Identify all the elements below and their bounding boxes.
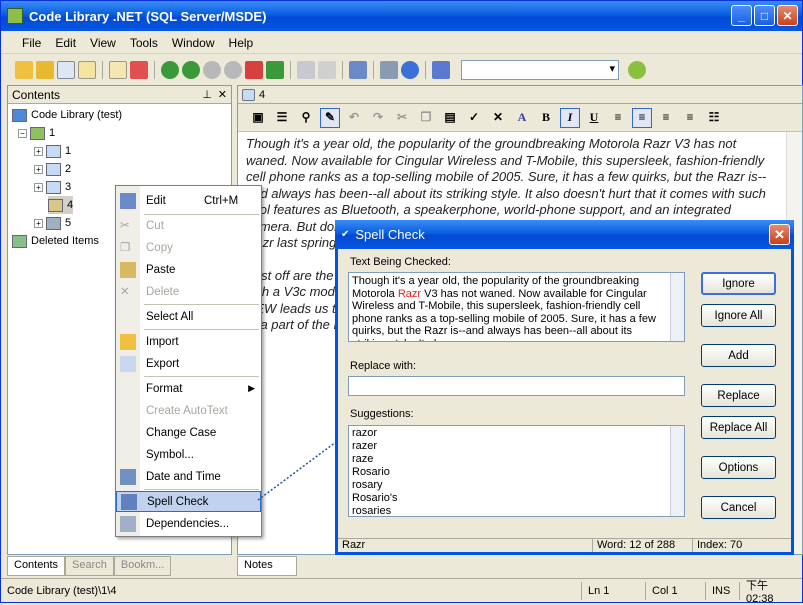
replace-button[interactable]: Replace	[701, 384, 776, 407]
suggestions-list[interactable]: razor razer raze Rosario rosary Rosario'…	[348, 425, 685, 517]
char-index: Index: 70	[697, 539, 743, 551]
suggestions-label: Suggestions:	[350, 408, 414, 420]
dialog-close-button[interactable]: ✕	[769, 224, 790, 245]
dialog-status-bar: Razr Word: 12 of 288 Index: 70	[338, 538, 791, 552]
add-button[interactable]: Add	[701, 344, 776, 367]
cancel-button[interactable]: Cancel	[701, 496, 776, 519]
options-button[interactable]: Options	[701, 456, 776, 479]
replace-all-button[interactable]: Replace All	[701, 416, 776, 439]
scrollbar[interactable]	[670, 273, 684, 341]
scrollbar[interactable]	[670, 426, 684, 516]
suggestion-item[interactable]: razor	[352, 427, 681, 440]
ignore-all-button[interactable]: Ignore All	[701, 304, 776, 327]
replace-input[interactable]	[348, 376, 685, 396]
replace-label: Replace with:	[350, 360, 417, 372]
ignore-button[interactable]: Ignore	[701, 272, 776, 295]
suggestion-item[interactable]: Rosario	[352, 466, 681, 479]
suggestion-item[interactable]: rosary	[352, 479, 681, 492]
checking-label: Text Being Checked:	[350, 256, 451, 268]
suggestion-item[interactable]: Rosario's	[352, 492, 681, 505]
suggestion-item[interactable]: raze	[352, 453, 681, 466]
dialog-title-bar: ✔ Spell Check ✕	[335, 220, 794, 249]
suggestion-item[interactable]: razer	[352, 440, 681, 453]
spell-check-dialog: ✔ Spell Check ✕ Text Being Checked: Though…	[335, 220, 794, 555]
current-word: Razr	[338, 539, 593, 552]
dialog-title: Spell Check	[355, 227, 425, 242]
word-count: Word: 12 of 288	[593, 539, 693, 552]
text-being-checked[interactable]: Though it's a year old, the popularity o…	[348, 272, 685, 342]
suggestion-item[interactable]: rosaries	[352, 505, 681, 516]
spell-check-icon: ✔	[341, 229, 350, 240]
misspelled-word: Razr	[397, 287, 422, 300]
